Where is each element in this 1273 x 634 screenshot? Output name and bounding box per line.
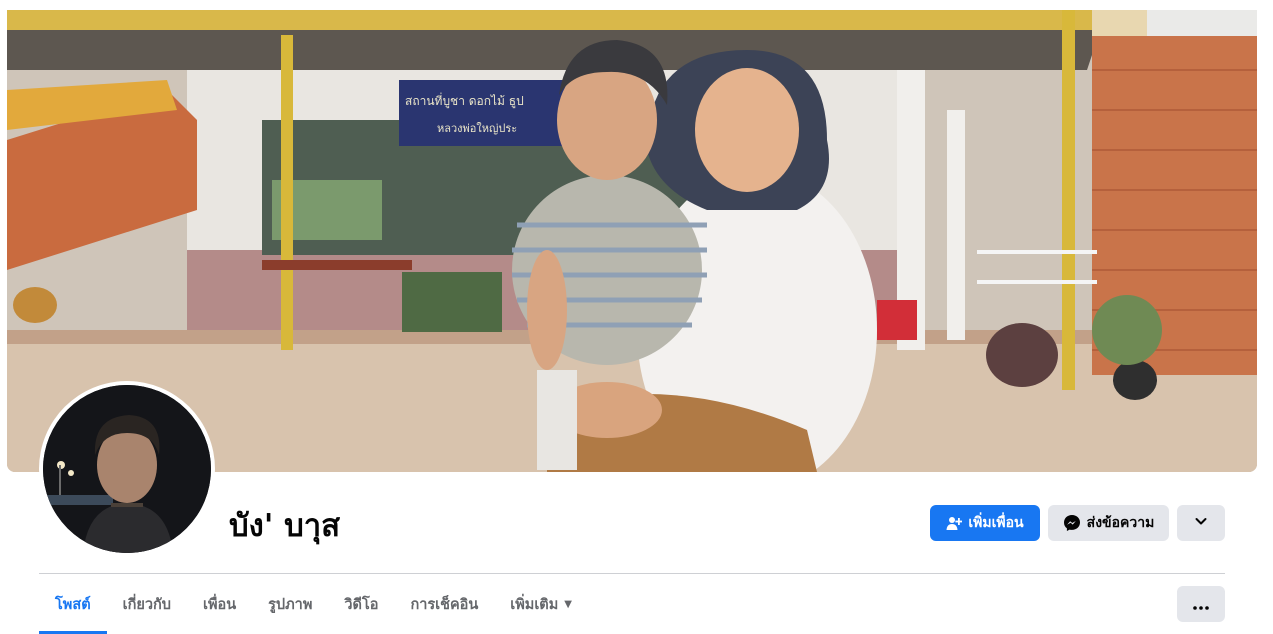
header-divider — [39, 573, 1225, 574]
caret-down-icon: ▼ — [564, 598, 572, 610]
tab-videos[interactable]: วิดีโอ — [328, 582, 394, 626]
tab-label: โพสต์ — [55, 596, 91, 613]
chevron-down-icon — [1194, 514, 1208, 532]
messenger-icon — [1063, 514, 1081, 532]
tab-posts[interactable]: โพสต์ — [39, 582, 107, 634]
tab-photos[interactable]: รูปภาพ — [252, 582, 328, 626]
add-friend-button[interactable]: เพิ่มเพื่อน — [930, 505, 1040, 541]
message-label: ส่งข้อความ — [1086, 515, 1155, 531]
tab-friends[interactable]: เพื่อน — [187, 582, 252, 626]
tab-more[interactable]: เพิ่มเติม ▼ — [494, 582, 588, 626]
tab-label: รูปภาพ — [268, 596, 313, 613]
tab-label: การเช็คอิน — [410, 596, 479, 613]
message-button[interactable]: ส่งข้อความ — [1048, 505, 1169, 541]
profile-tabs: โพสต์ เกี่ยวกับ เพื่อน รูปภาพ วิดีโอ การ… — [39, 582, 588, 634]
more-dots-icon — [1193, 595, 1209, 614]
tab-label: เพื่อน — [202, 596, 237, 613]
add-friend-icon — [946, 515, 963, 531]
sign-text-2: หลวงพ่อใหญ่ประ — [437, 122, 517, 135]
profile-name: บัง' บาุส — [229, 508, 341, 544]
avatar — [43, 385, 211, 553]
tab-label: เพิ่มเติม — [510, 596, 559, 613]
more-actions-button[interactable] — [1177, 505, 1225, 541]
tab-about[interactable]: เกี่ยวกับ — [107, 582, 187, 626]
cover-photo-image: สถานที่บูชา ดอกไม้ ธูป หลวงพ่อใหญ่ประ — [7, 10, 1257, 472]
tab-label: เกี่ยวกับ — [122, 596, 171, 613]
tab-label: วิดีโอ — [344, 596, 379, 613]
sign-text-1: สถานที่บูชา ดอกไม้ ธูป — [405, 92, 524, 109]
tab-checkins[interactable]: การเช็คอิน — [394, 582, 494, 626]
cover-photo[interactable]: สถานที่บูชา ดอกไม้ ธูป หลวงพ่อใหญ่ประ — [7, 10, 1257, 472]
tab-options-button[interactable] — [1177, 586, 1225, 622]
profile-picture[interactable] — [39, 381, 215, 557]
add-friend-label: เพิ่มเพื่อน — [968, 515, 1024, 531]
